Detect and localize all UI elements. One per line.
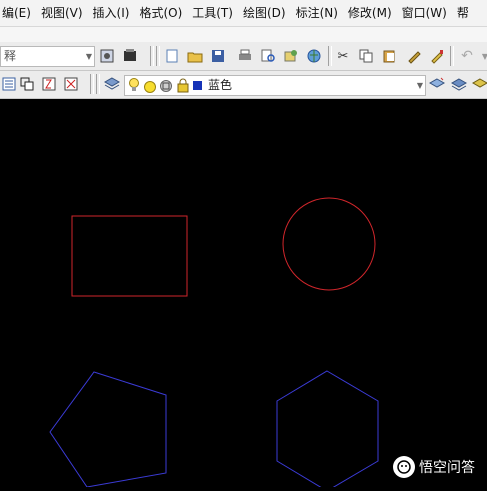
toolbar-spacer — [0, 27, 487, 42]
toolbar-grip[interactable] — [450, 46, 454, 66]
toolbar-grip[interactable] — [90, 74, 94, 94]
color-swatch — [193, 81, 202, 90]
print-icon[interactable] — [236, 47, 254, 65]
menu-window[interactable]: 窗口(W) — [397, 0, 452, 26]
sort-icon[interactable] — [40, 75, 58, 93]
text-style-combo[interactable]: 释 ▼ — [0, 46, 95, 67]
menu-dimension[interactable]: 标注(N) — [291, 0, 343, 26]
match-properties-icon[interactable] — [405, 47, 423, 65]
menu-bar: 编(E) 视图(V) 插入(I) 格式(O) 工具(T) 绘图(D) 标注(N)… — [0, 0, 487, 27]
layer-previous-icon[interactable] — [450, 75, 468, 93]
lock-icon — [176, 78, 190, 97]
layer-delete-icon[interactable] — [62, 75, 80, 93]
open-folder-icon[interactable] — [186, 47, 204, 65]
layers-properties-toolbar: 蓝色 ▼ — [0, 71, 487, 99]
table-style-icon[interactable] — [121, 47, 139, 65]
sun-icon — [143, 79, 157, 98]
menu-draw[interactable]: 绘图(D) — [238, 0, 291, 26]
menu-help[interactable]: 帮 — [452, 0, 474, 26]
menu-edit[interactable]: 编(E) — [0, 0, 36, 26]
hexagon-shape[interactable] — [276, 370, 379, 491]
globe-icon[interactable] — [305, 47, 323, 65]
chevron-down-icon: ▼ — [85, 52, 92, 61]
circle-shape[interactable] — [282, 197, 376, 291]
menu-modify[interactable]: 修改(M) — [343, 0, 397, 26]
wukong-logo-icon — [393, 456, 415, 478]
menu-view[interactable]: 视图(V) — [36, 0, 88, 26]
layer-properties-icon[interactable] — [0, 75, 18, 93]
watermark-text: 悟空问答 — [419, 460, 475, 476]
menu-format[interactable]: 格式(O) — [134, 0, 187, 26]
copy-icon[interactable] — [357, 47, 375, 65]
layer-combo[interactable]: 蓝色 ▼ — [124, 75, 426, 96]
cut-icon[interactable]: ✂ — [334, 47, 352, 65]
toolbar-grip[interactable] — [156, 46, 160, 66]
paste-icon[interactable] — [380, 47, 398, 65]
undo-icon[interactable]: ↶ — [458, 47, 476, 65]
toolbar-grip[interactable] — [328, 46, 332, 66]
layer-states-icon[interactable] — [18, 75, 36, 93]
watermark: 悟空问答 — [393, 456, 475, 478]
standard-toolbar: 释 ▼ ✂ ↶ ▼ — [0, 42, 487, 71]
layers-icon[interactable] — [103, 75, 121, 93]
layer-isolate-icon[interactable] — [471, 75, 487, 93]
drawing-svg[interactable] — [0, 99, 487, 491]
lightbulb-icon — [128, 77, 140, 97]
make-object-layer-current-icon[interactable] — [428, 75, 446, 93]
publish-icon[interactable] — [282, 47, 300, 65]
pentagon-shape[interactable] — [49, 371, 167, 488]
new-file-icon[interactable] — [163, 47, 181, 65]
rectangle-shape[interactable] — [71, 215, 188, 297]
dim-style-icon[interactable] — [98, 47, 116, 65]
viewport-freeze-icon — [159, 78, 173, 97]
toolbar-grip[interactable] — [96, 74, 100, 94]
chevron-down-icon: ▼ — [416, 81, 423, 90]
save-icon[interactable] — [209, 47, 227, 65]
toolbar-grip[interactable] — [150, 46, 154, 66]
text-style-value: 释 — [4, 49, 17, 63]
layer-color-value: 蓝色 — [208, 78, 233, 92]
menu-tools[interactable]: 工具(T) — [187, 0, 238, 26]
print-preview-icon[interactable] — [259, 47, 277, 65]
paintbrush-icon[interactable] — [428, 47, 446, 65]
drawing-canvas[interactable]: 悟空问答 — [0, 99, 487, 491]
chevron-down-icon[interactable]: ▼ — [476, 47, 487, 65]
menu-insert[interactable]: 插入(I) — [88, 0, 135, 26]
